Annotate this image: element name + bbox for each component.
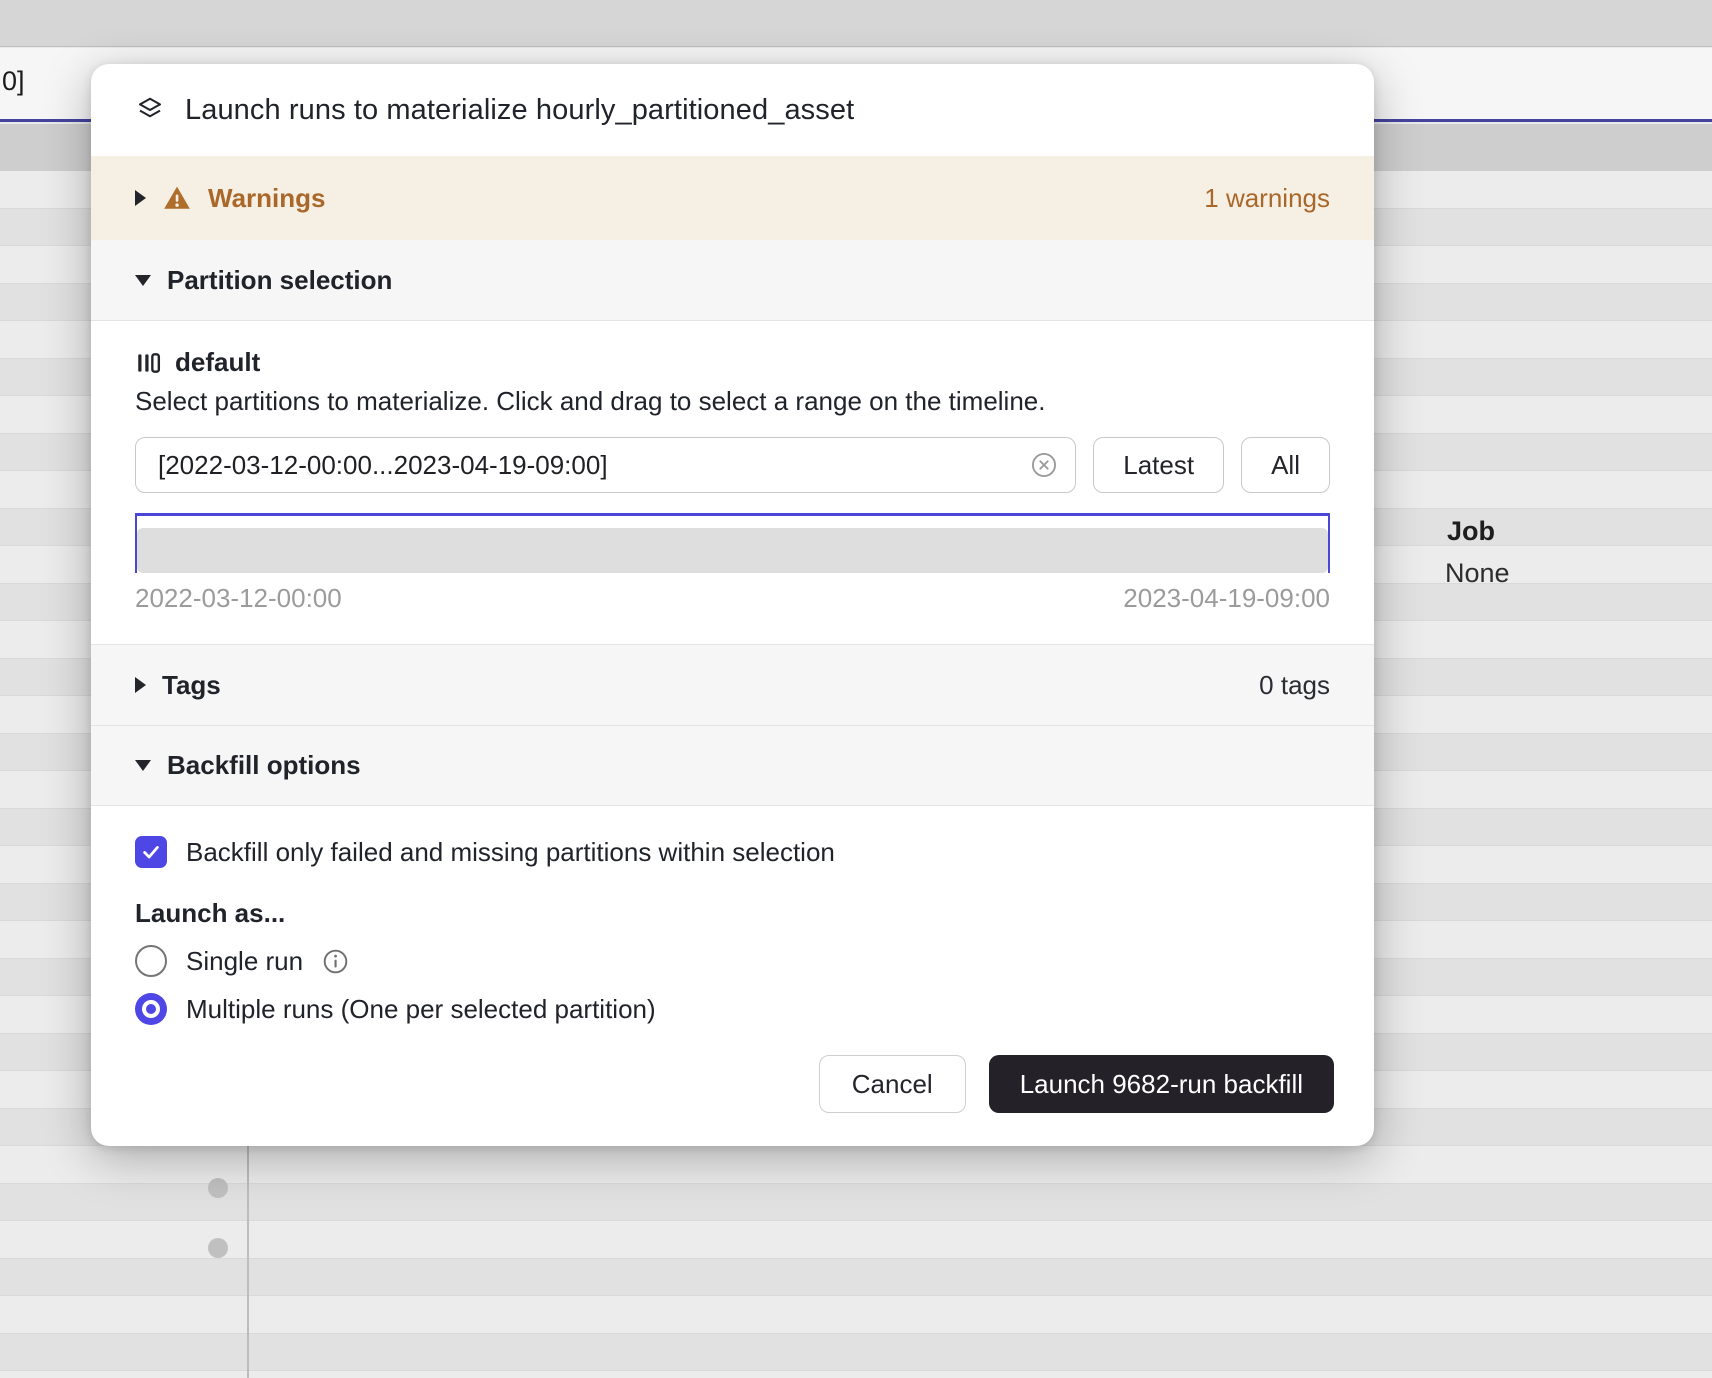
partition-set-icon [135, 350, 161, 376]
single-run-radio-row[interactable]: Single run [135, 945, 1330, 977]
warnings-count: 1 warnings [1204, 183, 1330, 214]
warning-triangle-icon [163, 184, 191, 212]
warnings-section-header[interactable]: Warnings 1 warnings [91, 156, 1374, 240]
single-run-label: Single run [186, 946, 303, 977]
chevron-down-icon [135, 275, 151, 286]
partition-range-row: Latest All [135, 437, 1330, 493]
partition-selection-description: Select partitions to materialize. Click … [135, 386, 1330, 417]
warnings-label: Warnings [208, 183, 325, 214]
timeline-start-date: 2022-03-12-00:00 [135, 583, 342, 614]
radio-unselected-icon[interactable] [135, 945, 167, 977]
chevron-down-icon [135, 760, 151, 771]
background-job-column-label: Job [1447, 516, 1495, 547]
multiple-runs-label: Multiple runs (One per selected partitio… [186, 994, 656, 1025]
backfill-only-failed-checkbox-row[interactable]: Backfill only failed and missing partiti… [135, 836, 1330, 868]
timeline-end-date: 2023-04-19-09:00 [1123, 583, 1330, 614]
latest-button[interactable]: Latest [1093, 437, 1224, 493]
partition-selection-label: Partition selection [167, 265, 392, 296]
dialog-header: Launch runs to materialize hourly_partit… [91, 64, 1374, 156]
checkbox-checked-icon[interactable] [135, 836, 167, 868]
radio-selected-icon[interactable] [135, 993, 167, 1025]
materialize-layers-icon [135, 95, 165, 125]
partition-dimension-name: default [175, 347, 260, 378]
dialog-title: Launch runs to materialize hourly_partit… [185, 94, 854, 127]
backfill-options-label: Backfill options [167, 750, 361, 781]
partition-timeline-selection[interactable] [135, 513, 1330, 573]
backfill-options-content: Backfill only failed and missing partiti… [91, 806, 1374, 1035]
chevron-right-icon [135, 190, 146, 206]
timeline-date-labels: 2022-03-12-00:00 2023-04-19-09:00 [135, 583, 1330, 614]
partition-selection-content: default Select partitions to materialize… [91, 321, 1374, 644]
clear-selection-icon[interactable] [1030, 451, 1058, 479]
partition-range-input[interactable] [135, 437, 1076, 493]
partition-selection-section-header[interactable]: Partition selection [91, 240, 1374, 321]
tags-section-header[interactable]: Tags 0 tags [91, 644, 1374, 725]
chevron-right-icon [135, 677, 146, 693]
background-job-column-value: None [1445, 558, 1510, 589]
partition-timeline-bar[interactable] [137, 528, 1328, 573]
info-icon[interactable] [322, 948, 349, 975]
cancel-button[interactable]: Cancel [819, 1055, 966, 1113]
multiple-runs-radio-row[interactable]: Multiple runs (One per selected partitio… [135, 993, 1330, 1025]
launch-backfill-dialog: Launch runs to materialize hourly_partit… [91, 64, 1374, 1146]
background-top-toolbar [0, 0, 1712, 47]
tags-label: Tags [162, 670, 221, 701]
tags-count: 0 tags [1259, 670, 1330, 701]
partition-range-input-wrap [135, 437, 1076, 493]
background-clipped-text: 0] [2, 66, 25, 97]
background-run-dot [208, 1238, 228, 1258]
partition-dimension-row: default [135, 347, 1330, 378]
dialog-footer: Cancel Launch 9682-run backfill [91, 1035, 1374, 1146]
background-run-dot [208, 1178, 228, 1198]
launch-as-label: Launch as... [135, 898, 1330, 929]
launch-backfill-button[interactable]: Launch 9682-run backfill [989, 1055, 1334, 1113]
background-timeline-axis [247, 1146, 249, 1378]
backfill-only-failed-label: Backfill only failed and missing partiti… [186, 837, 835, 868]
backfill-options-section-header[interactable]: Backfill options [91, 725, 1374, 806]
all-button[interactable]: All [1241, 437, 1330, 493]
